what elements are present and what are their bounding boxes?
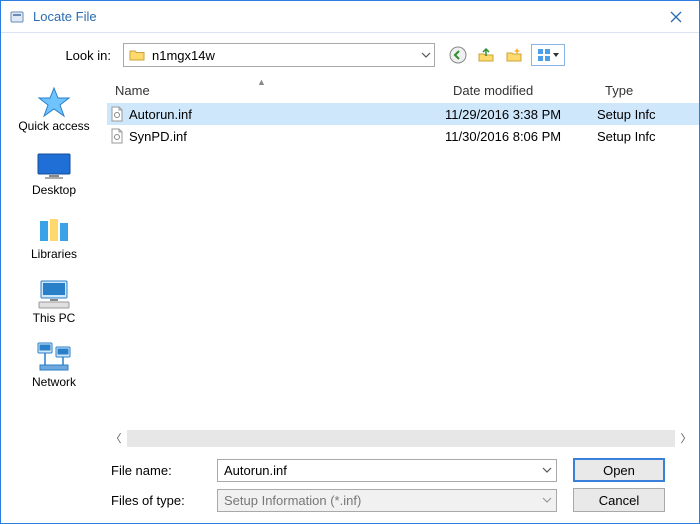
- place-label: Libraries: [31, 247, 77, 261]
- window-title: Locate File: [33, 9, 653, 24]
- column-headers: ▲ Name Date modified Type: [107, 77, 699, 103]
- sort-indicator-icon: ▲: [257, 77, 266, 87]
- horizontal-scrollbar[interactable]: 〈 〉: [107, 429, 699, 447]
- place-label: Network: [32, 375, 76, 389]
- network-icon: [34, 341, 74, 375]
- column-name[interactable]: Name: [107, 83, 445, 98]
- star-icon: [34, 85, 74, 119]
- file-icon: [107, 106, 127, 122]
- place-this-pc[interactable]: This PC: [33, 277, 76, 325]
- file-name: Autorun.inf: [127, 107, 445, 122]
- new-folder-button[interactable]: [503, 44, 525, 66]
- column-type[interactable]: Type: [597, 83, 699, 98]
- file-name: SynPD.inf: [127, 129, 445, 144]
- filter-label: Files of type:: [107, 493, 217, 508]
- place-label: Quick access: [18, 119, 89, 133]
- scroll-track[interactable]: [127, 430, 675, 447]
- back-button[interactable]: [447, 44, 469, 66]
- titlebar: Locate File: [1, 1, 699, 33]
- place-network[interactable]: Network: [32, 341, 76, 389]
- libraries-icon: [34, 213, 74, 247]
- place-desktop[interactable]: Desktop: [32, 149, 76, 197]
- lookin-toolbar: Look in: n1mgx14w: [1, 33, 699, 77]
- file-icon: [107, 128, 127, 144]
- place-quick-access[interactable]: Quick access: [18, 85, 89, 133]
- dialog-body: Quick access Desktop Libraries This PC: [1, 77, 699, 523]
- chevron-down-icon[interactable]: [538, 460, 556, 481]
- app-icon: [9, 9, 25, 25]
- filename-value: Autorun.inf: [218, 463, 538, 478]
- folder-icon: [128, 46, 146, 64]
- lookin-folder-name: n1mgx14w: [146, 48, 416, 63]
- file-row[interactable]: SynPD.inf 11/30/2016 8:06 PM Setup Infc: [107, 125, 699, 147]
- view-menu-button[interactable]: [531, 44, 565, 66]
- file-row[interactable]: Autorun.inf 11/29/2016 3:38 PM Setup Inf…: [107, 103, 699, 125]
- open-button[interactable]: Open: [573, 458, 665, 482]
- file-date: 11/30/2016 8:06 PM: [445, 129, 597, 144]
- lookin-combo[interactable]: n1mgx14w: [123, 43, 435, 67]
- dialog-window: Locate File Look in: n1mgx14w: [0, 0, 700, 524]
- file-type: Setup Infc: [597, 107, 699, 122]
- place-libraries[interactable]: Libraries: [31, 213, 77, 261]
- desktop-icon: [34, 149, 74, 183]
- bottom-panel: File name: Autorun.inf Open Files of typ…: [107, 453, 699, 523]
- scroll-left-icon[interactable]: 〈: [107, 430, 125, 447]
- pc-icon: [34, 277, 74, 311]
- file-list[interactable]: Autorun.inf 11/29/2016 3:38 PM Setup Inf…: [107, 103, 699, 429]
- scroll-right-icon[interactable]: 〉: [677, 430, 695, 447]
- places-sidebar: Quick access Desktop Libraries This PC: [1, 77, 107, 523]
- chevron-down-icon[interactable]: [538, 490, 556, 511]
- file-date: 11/29/2016 3:38 PM: [445, 107, 597, 122]
- filename-row: File name: Autorun.inf Open: [107, 455, 691, 485]
- filter-row: Files of type: Setup Information (*.inf)…: [107, 485, 691, 515]
- filter-combo[interactable]: Setup Information (*.inf): [217, 489, 557, 512]
- chevron-down-icon[interactable]: [416, 44, 434, 66]
- up-button[interactable]: [475, 44, 497, 66]
- cancel-button[interactable]: Cancel: [573, 488, 665, 512]
- place-label: Desktop: [32, 183, 76, 197]
- filter-value: Setup Information (*.inf): [218, 493, 538, 508]
- filename-combo[interactable]: Autorun.inf: [217, 459, 557, 482]
- close-button[interactable]: [653, 1, 699, 33]
- file-panel: ▲ Name Date modified Type Autorun.inf 11…: [107, 77, 699, 523]
- nav-buttons: [447, 44, 565, 66]
- place-label: This PC: [33, 311, 76, 325]
- filename-label: File name:: [107, 463, 217, 478]
- lookin-label: Look in:: [13, 48, 123, 63]
- file-type: Setup Infc: [597, 129, 699, 144]
- column-date[interactable]: Date modified: [445, 83, 597, 98]
